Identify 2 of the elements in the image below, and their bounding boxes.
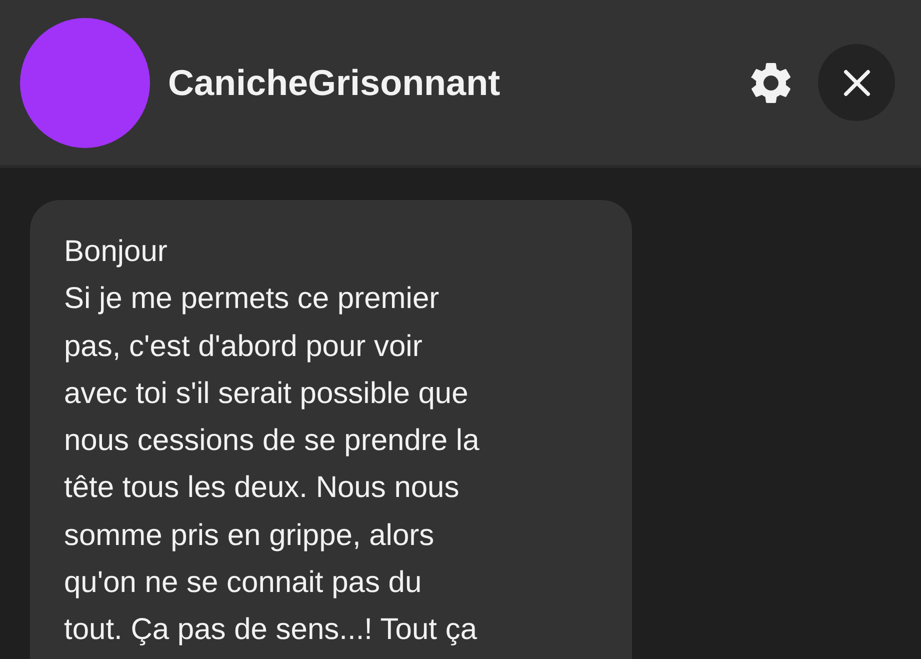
message-text: Bonjour Si je me permets ce premier pas, c'est d'abord pour voir avec toi s'il serait possible que nous cessions de se prendre la tête tous les deux. Nous nous somme pris en grippe, alors qu'on ne se connait pas du tout. Ça pas de sens...! Tout ça [64,234,480,648]
username: CanicheGrisonnant [168,62,502,104]
